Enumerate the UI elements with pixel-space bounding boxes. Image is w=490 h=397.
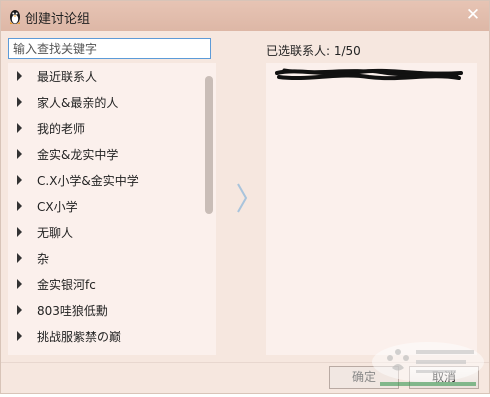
group-item[interactable]: 挑战服紫禁の巅 xyxy=(8,324,204,348)
selected-contacts-list xyxy=(266,63,477,355)
expand-arrow-icon xyxy=(17,201,22,211)
expand-arrow-icon xyxy=(17,149,22,159)
chevron-right-icon[interactable] xyxy=(236,183,248,213)
create-discussion-dialog: 创建讨论组 ✕ 最近联系人 家人&最亲的人 我的老师 金实&龙实中学 C.X小学… xyxy=(0,0,490,394)
group-label: 无聊人 xyxy=(37,226,74,240)
expand-arrow-icon xyxy=(17,227,22,237)
scrollbar-thumb[interactable] xyxy=(205,76,213,214)
expand-arrow-icon xyxy=(17,71,22,81)
contact-group-list: 最近联系人 家人&最亲的人 我的老师 金实&龙实中学 C.X小学&金实中学 CX… xyxy=(8,63,216,355)
group-label: 杂 xyxy=(37,252,50,266)
group-label: 家人&最亲的人 xyxy=(37,96,119,110)
group-item[interactable]: 金实银河fc xyxy=(8,272,204,296)
group-item[interactable]: 我的老师 xyxy=(8,116,204,140)
expand-arrow-icon xyxy=(17,175,22,185)
group-label: 803哇狼低勳 xyxy=(37,304,108,318)
group-label: C.X小学&金实中学 xyxy=(37,174,139,188)
group-item[interactable]: 803哇狼低勳 xyxy=(8,298,204,322)
close-icon: ✕ xyxy=(465,5,481,25)
group-label: 金实银河fc xyxy=(37,278,96,292)
group-item[interactable]: 家人&最亲的人 xyxy=(8,90,204,114)
group-label: 我的老师 xyxy=(37,122,86,136)
expand-arrow-icon xyxy=(17,279,22,289)
group-item[interactable]: 无聊人 xyxy=(8,220,204,244)
expand-arrow-icon xyxy=(17,253,22,263)
cancel-button[interactable]: 取消 xyxy=(409,366,479,389)
search-input[interactable] xyxy=(8,38,211,59)
expand-arrow-icon xyxy=(17,97,22,107)
group-item[interactable]: 金实&龙实中学 xyxy=(8,142,204,166)
group-label: 最近联系人 xyxy=(37,70,98,84)
group-item[interactable]: 最近联系人 xyxy=(8,64,204,88)
ok-button[interactable]: 确定 xyxy=(329,366,399,389)
dialog-title: 创建讨论组 xyxy=(25,12,91,27)
group-label: 挑战服紫禁の巅 xyxy=(37,330,122,344)
title-bar: 创建讨论组 ✕ xyxy=(1,1,489,31)
footer-divider xyxy=(1,362,489,363)
redacted-contact-scribble xyxy=(275,68,463,81)
group-label: CX小学 xyxy=(37,200,78,214)
group-item[interactable]: CX小学 xyxy=(8,194,204,218)
expand-arrow-icon xyxy=(17,123,22,133)
group-item[interactable]: C.X小学&金实中学 xyxy=(8,168,204,192)
close-button[interactable]: ✕ xyxy=(463,5,483,25)
expand-arrow-icon xyxy=(17,331,22,341)
group-item[interactable]: 杂 xyxy=(8,246,204,270)
group-label: 金实&龙实中学 xyxy=(37,148,119,162)
selected-count-label: 已选联系人: 1/50 xyxy=(266,44,361,58)
expand-arrow-icon xyxy=(17,305,22,315)
qq-penguin-icon xyxy=(10,10,20,24)
